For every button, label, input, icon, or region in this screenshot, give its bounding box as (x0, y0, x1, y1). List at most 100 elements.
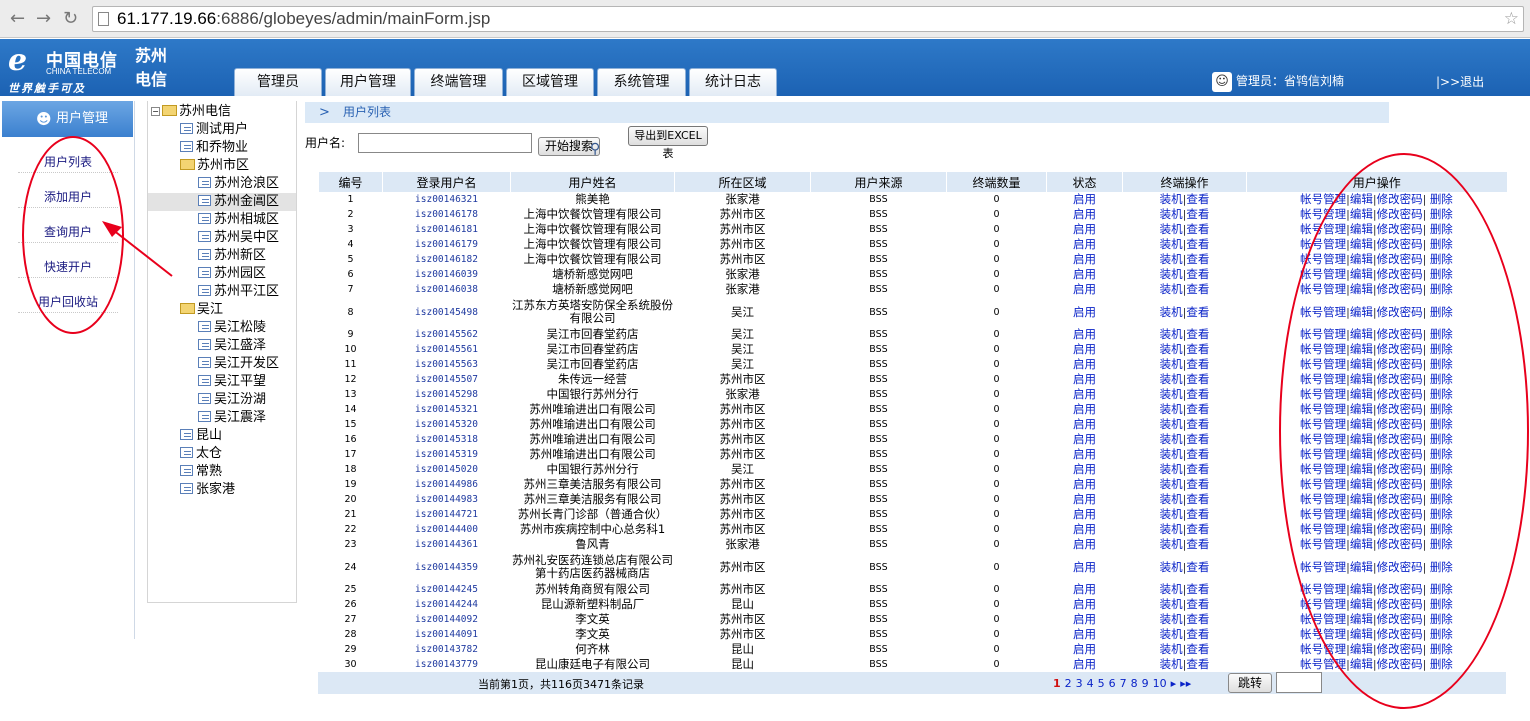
delete-link[interactable]: 删除 (1430, 207, 1453, 221)
delete-link[interactable]: 删除 (1430, 327, 1453, 341)
install-link[interactable]: 装机 (1160, 402, 1183, 416)
enable-link[interactable]: 启用 (1073, 642, 1096, 656)
edit-link[interactable]: 编辑 (1350, 192, 1373, 206)
delete-link[interactable]: 删除 (1430, 192, 1453, 206)
edit-link[interactable]: 编辑 (1350, 560, 1373, 574)
install-link[interactable]: 装机 (1160, 207, 1183, 221)
install-link[interactable]: 装机 (1160, 387, 1183, 401)
tree-node[interactable]: 苏州平江区 (198, 283, 279, 301)
enable-link[interactable]: 启用 (1073, 560, 1096, 574)
account-manage-link[interactable]: 帐号管理 (1300, 642, 1346, 656)
tree-node[interactable]: 常熟 (180, 463, 222, 481)
account-manage-link[interactable]: 帐号管理 (1300, 447, 1346, 461)
install-link[interactable]: 装机 (1160, 267, 1183, 281)
enable-link[interactable]: 启用 (1073, 222, 1096, 236)
delete-link[interactable]: 删除 (1430, 537, 1453, 551)
enable-link[interactable]: 启用 (1073, 492, 1096, 506)
view-link[interactable]: 查看 (1186, 537, 1209, 551)
enable-link[interactable]: 启用 (1073, 522, 1096, 536)
enable-link[interactable]: 启用 (1073, 537, 1096, 551)
tab-region-management[interactable]: 区域管理 (506, 68, 594, 96)
change-password-link[interactable]: 修改密码 (1377, 402, 1423, 416)
view-link[interactable]: 查看 (1186, 492, 1209, 506)
change-password-link[interactable]: 修改密码 (1377, 492, 1423, 506)
enable-link[interactable]: 启用 (1073, 327, 1096, 341)
account-manage-link[interactable]: 帐号管理 (1300, 342, 1346, 356)
collapse-toggle-icon[interactable]: − (151, 107, 160, 116)
install-link[interactable]: 装机 (1160, 357, 1183, 371)
edit-link[interactable]: 编辑 (1350, 537, 1373, 551)
last-page-icon[interactable]: ▸▸ (1180, 677, 1191, 690)
enable-link[interactable]: 启用 (1073, 387, 1096, 401)
account-manage-link[interactable]: 帐号管理 (1300, 477, 1346, 491)
account-manage-link[interactable]: 帐号管理 (1300, 222, 1346, 236)
address-bar[interactable]: 61.177.19.66:6886/globeyes/admin/mainFor… (92, 6, 1524, 32)
change-password-link[interactable]: 修改密码 (1377, 222, 1423, 236)
enable-link[interactable]: 启用 (1073, 207, 1096, 221)
tree-node[interactable]: 苏州园区 (198, 265, 266, 283)
delete-link[interactable]: 删除 (1430, 387, 1453, 401)
view-link[interactable]: 查看 (1186, 237, 1209, 251)
delete-link[interactable]: 删除 (1430, 612, 1453, 626)
account-manage-link[interactable]: 帐号管理 (1300, 537, 1346, 551)
account-manage-link[interactable]: 帐号管理 (1300, 417, 1346, 431)
edit-link[interactable]: 编辑 (1350, 252, 1373, 266)
install-link[interactable]: 装机 (1160, 222, 1183, 236)
edit-link[interactable]: 编辑 (1350, 627, 1373, 641)
install-link[interactable]: 装机 (1160, 192, 1183, 206)
tab-user-management[interactable]: 用户管理 (325, 68, 411, 96)
next-page-icon[interactable]: ▸ (1171, 677, 1177, 690)
install-link[interactable]: 装机 (1160, 282, 1183, 296)
tree-node[interactable]: 吴江平望 (198, 373, 266, 391)
account-manage-link[interactable]: 帐号管理 (1300, 305, 1346, 319)
page-link[interactable]: 6 (1109, 677, 1116, 690)
view-link[interactable]: 查看 (1186, 192, 1209, 206)
install-link[interactable]: 装机 (1160, 447, 1183, 461)
change-password-link[interactable]: 修改密码 (1377, 462, 1423, 476)
delete-link[interactable]: 删除 (1430, 597, 1453, 611)
tab-system-management[interactable]: 系统管理 (597, 68, 686, 96)
enable-link[interactable]: 启用 (1073, 612, 1096, 626)
install-link[interactable]: 装机 (1160, 432, 1183, 446)
tree-node[interactable]: 昆山 (180, 427, 222, 445)
view-link[interactable]: 查看 (1186, 612, 1209, 626)
edit-link[interactable]: 编辑 (1350, 237, 1373, 251)
enable-link[interactable]: 启用 (1073, 462, 1096, 476)
account-manage-link[interactable]: 帐号管理 (1300, 357, 1346, 371)
enable-link[interactable]: 启用 (1073, 627, 1096, 641)
edit-link[interactable]: 编辑 (1350, 402, 1373, 416)
account-manage-link[interactable]: 帐号管理 (1300, 327, 1346, 341)
change-password-link[interactable]: 修改密码 (1377, 267, 1423, 281)
install-link[interactable]: 装机 (1160, 372, 1183, 386)
change-password-link[interactable]: 修改密码 (1377, 305, 1423, 319)
delete-link[interactable]: 删除 (1430, 342, 1453, 356)
view-link[interactable]: 查看 (1186, 462, 1209, 476)
enable-link[interactable]: 启用 (1073, 192, 1096, 206)
menu-add-user[interactable]: 添加用户 (18, 187, 118, 208)
tree-node[interactable]: 苏州市区 (180, 157, 249, 175)
view-link[interactable]: 查看 (1186, 267, 1209, 281)
change-password-link[interactable]: 修改密码 (1377, 372, 1423, 386)
view-link[interactable]: 查看 (1186, 560, 1209, 574)
view-link[interactable]: 查看 (1186, 222, 1209, 236)
tab-terminal-management[interactable]: 终端管理 (414, 68, 503, 96)
change-password-link[interactable]: 修改密码 (1377, 327, 1423, 341)
forward-icon[interactable]: → (36, 8, 51, 29)
delete-link[interactable]: 删除 (1430, 447, 1453, 461)
menu-recycle-bin[interactable]: 用户回收站 (18, 292, 118, 313)
install-link[interactable]: 装机 (1160, 522, 1183, 536)
tree-node[interactable]: 苏州沧浪区 (198, 175, 279, 193)
install-link[interactable]: 装机 (1160, 612, 1183, 626)
account-manage-link[interactable]: 帐号管理 (1300, 522, 1346, 536)
enable-link[interactable]: 启用 (1073, 507, 1096, 521)
view-link[interactable]: 查看 (1186, 627, 1209, 641)
edit-link[interactable]: 编辑 (1350, 372, 1373, 386)
account-manage-link[interactable]: 帐号管理 (1300, 372, 1346, 386)
tree-node[interactable]: 吴江汾湖 (198, 391, 266, 409)
account-manage-link[interactable]: 帐号管理 (1300, 402, 1346, 416)
delete-link[interactable]: 删除 (1430, 372, 1453, 386)
view-link[interactable]: 查看 (1186, 305, 1209, 319)
install-link[interactable]: 装机 (1160, 477, 1183, 491)
view-link[interactable]: 查看 (1186, 582, 1209, 596)
change-password-link[interactable]: 修改密码 (1377, 560, 1423, 574)
